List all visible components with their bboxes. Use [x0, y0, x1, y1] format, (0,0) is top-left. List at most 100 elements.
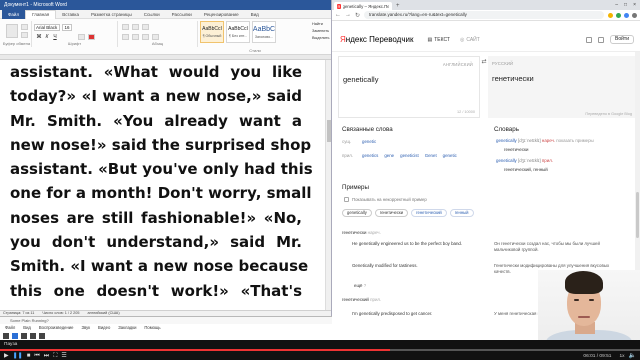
- related-word[interactable]: geneticist: [400, 153, 419, 158]
- filter-checkbox[interactable]: [344, 197, 349, 202]
- stop-icon[interactable]: [21, 333, 27, 339]
- related-word[interactable]: gene: [384, 153, 394, 158]
- forward-icon[interactable]: →: [345, 12, 351, 18]
- prev-icon[interactable]: ⏮: [34, 352, 39, 360]
- document-scroll-thumb[interactable]: [327, 120, 331, 142]
- bullets-icon[interactable]: [122, 24, 129, 30]
- player-menu-audio[interactable]: Звук: [81, 324, 90, 331]
- document-scrollbar[interactable]: [325, 60, 331, 310]
- bookmark-star-icon[interactable]: [608, 12, 613, 18]
- chip[interactable]: генетически: [374, 209, 409, 217]
- cut-icon[interactable]: [21, 24, 28, 30]
- show-examples-link[interactable]: показать примеры: [556, 138, 593, 143]
- paste-icon[interactable]: [6, 24, 18, 38]
- examples-filter[interactable]: Показывать на некорректный пример: [344, 197, 427, 202]
- play-icon[interactable]: ▶: [4, 352, 9, 360]
- italic-button[interactable]: К: [44, 34, 50, 41]
- favorites-icon[interactable]: [586, 36, 592, 43]
- maximize-icon[interactable]: □: [624, 0, 627, 10]
- dict-word[interactable]: genetically: [496, 138, 517, 143]
- select-button[interactable]: Выделить: [312, 35, 331, 42]
- word-tab-home[interactable]: Главная: [25, 9, 57, 19]
- next-icon[interactable]: [39, 333, 45, 339]
- player-menu-file[interactable]: Файл: [5, 324, 15, 331]
- document-text[interactable]: assistant. «What would you like today?» …: [10, 60, 313, 303]
- word-tab-insert[interactable]: Вставка: [56, 12, 85, 17]
- word-tab-view[interactable]: Вид: [245, 12, 265, 17]
- word-tab-mailings[interactable]: Рассылки: [166, 12, 198, 17]
- minimize-icon[interactable]: –: [615, 0, 618, 10]
- playlist-icon[interactable]: ☰: [61, 352, 66, 360]
- dict-translation[interactable]: генетический, генный: [504, 167, 548, 172]
- translated-by[interactable]: Переведено в Google Blog: [585, 112, 632, 116]
- volume-icon[interactable]: 🔈: [629, 352, 636, 360]
- highlight-icon[interactable]: [78, 34, 85, 40]
- play-icon[interactable]: [3, 333, 9, 339]
- justify-icon[interactable]: [152, 34, 159, 40]
- style-no-spacing[interactable]: AaBbCcI ¶ Без инт...: [226, 21, 250, 43]
- dict-translation[interactable]: генетически: [504, 147, 528, 152]
- player-menu-bookmarks[interactable]: Закладки: [118, 324, 136, 331]
- underline-button[interactable]: Ч: [52, 34, 58, 41]
- close-icon[interactable]: ×: [633, 0, 636, 10]
- word-tab-file[interactable]: Файл: [2, 9, 26, 19]
- word-tab-references[interactable]: Ссылки: [138, 12, 166, 17]
- menu-icon[interactable]: [632, 12, 637, 18]
- apps-grid-icon[interactable]: [598, 36, 604, 43]
- related-word[interactable]: genetic: [443, 153, 457, 158]
- related-word[interactable]: Genet: [425, 153, 437, 158]
- playback-speed[interactable]: 1x: [619, 354, 624, 359]
- browser-tab[interactable]: Я genetically – Яндекс.Переводчик: [334, 2, 392, 10]
- player-menu-help[interactable]: Помощь: [144, 324, 160, 331]
- find-button[interactable]: Найти: [312, 21, 331, 28]
- numbering-icon[interactable]: [132, 24, 139, 30]
- word-tab-review[interactable]: Рецензирование: [198, 12, 245, 17]
- yandex-logo[interactable]: Яндекс Переводчик: [340, 35, 413, 44]
- related-word[interactable]: genetics: [362, 153, 378, 158]
- font-size-select[interactable]: 16: [62, 24, 72, 31]
- align-center-icon[interactable]: [132, 34, 139, 40]
- player-menu-playback[interactable]: Воспроизведение: [39, 324, 74, 331]
- more-examples-link[interactable]: ещё ?: [354, 283, 366, 288]
- login-button[interactable]: Войти: [610, 35, 634, 44]
- dict-word[interactable]: genetically: [496, 158, 517, 163]
- source-input[interactable]: genetically: [343, 75, 378, 84]
- related-word[interactable]: genetic: [362, 139, 376, 144]
- extension-icon[interactable]: [624, 12, 629, 18]
- font-name-select[interactable]: Arial Black: [34, 24, 60, 31]
- style-heading[interactable]: AaBbC Заголово...: [252, 21, 276, 43]
- font-color-icon[interactable]: [88, 34, 95, 40]
- extension-icon[interactable]: [616, 12, 621, 18]
- page-scroll-thumb[interactable]: [636, 192, 639, 238]
- player-menu-video[interactable]: Видео: [98, 324, 110, 331]
- pause-icon[interactable]: [12, 333, 18, 339]
- replace-button[interactable]: Заменить: [312, 28, 331, 35]
- new-tab-icon[interactable]: +: [396, 2, 400, 10]
- fullscreen-icon[interactable]: ⛶: [53, 352, 57, 360]
- player-menu-view[interactable]: Вид: [23, 324, 31, 331]
- swap-languages-icon[interactable]: ⇄: [480, 58, 488, 65]
- address-bar[interactable]: translate.yandex.ru/?lang=en-ru&text=gen…: [364, 11, 604, 19]
- prev-icon[interactable]: [30, 333, 36, 339]
- seek-bar[interactable]: [0, 349, 640, 351]
- style-normal[interactable]: AaBbCcI ¶ Обычный: [200, 21, 224, 43]
- chip[interactable]: генетический: [411, 209, 447, 217]
- align-left-icon[interactable]: [122, 34, 129, 40]
- multilevel-list-icon[interactable]: [142, 24, 149, 30]
- word-tab-layout[interactable]: Разметка страницы: [85, 12, 138, 17]
- align-right-icon[interactable]: [142, 34, 149, 40]
- document-page[interactable]: assistant. «What would you like today?» …: [0, 60, 326, 310]
- target-lang-selector[interactable]: РУССКИЙ: [492, 61, 513, 66]
- chip[interactable]: genetically: [342, 209, 372, 217]
- chip[interactable]: генный: [449, 209, 474, 217]
- back-icon[interactable]: ←: [335, 12, 341, 18]
- reload-icon[interactable]: ↻: [355, 12, 360, 19]
- pause-icon[interactable]: ❚❚: [13, 352, 23, 360]
- next-icon[interactable]: ⏭: [44, 352, 49, 360]
- mode-site[interactable]: ◎ САЙТ: [460, 37, 480, 43]
- copy-icon[interactable]: [21, 32, 28, 38]
- bold-button[interactable]: Ж: [36, 34, 42, 41]
- mode-text[interactable]: ▤ ТЕКСТ: [427, 37, 449, 43]
- stop-icon[interactable]: ■: [27, 352, 31, 360]
- source-lang-selector[interactable]: АНГЛИЙСКИЙ: [443, 62, 473, 67]
